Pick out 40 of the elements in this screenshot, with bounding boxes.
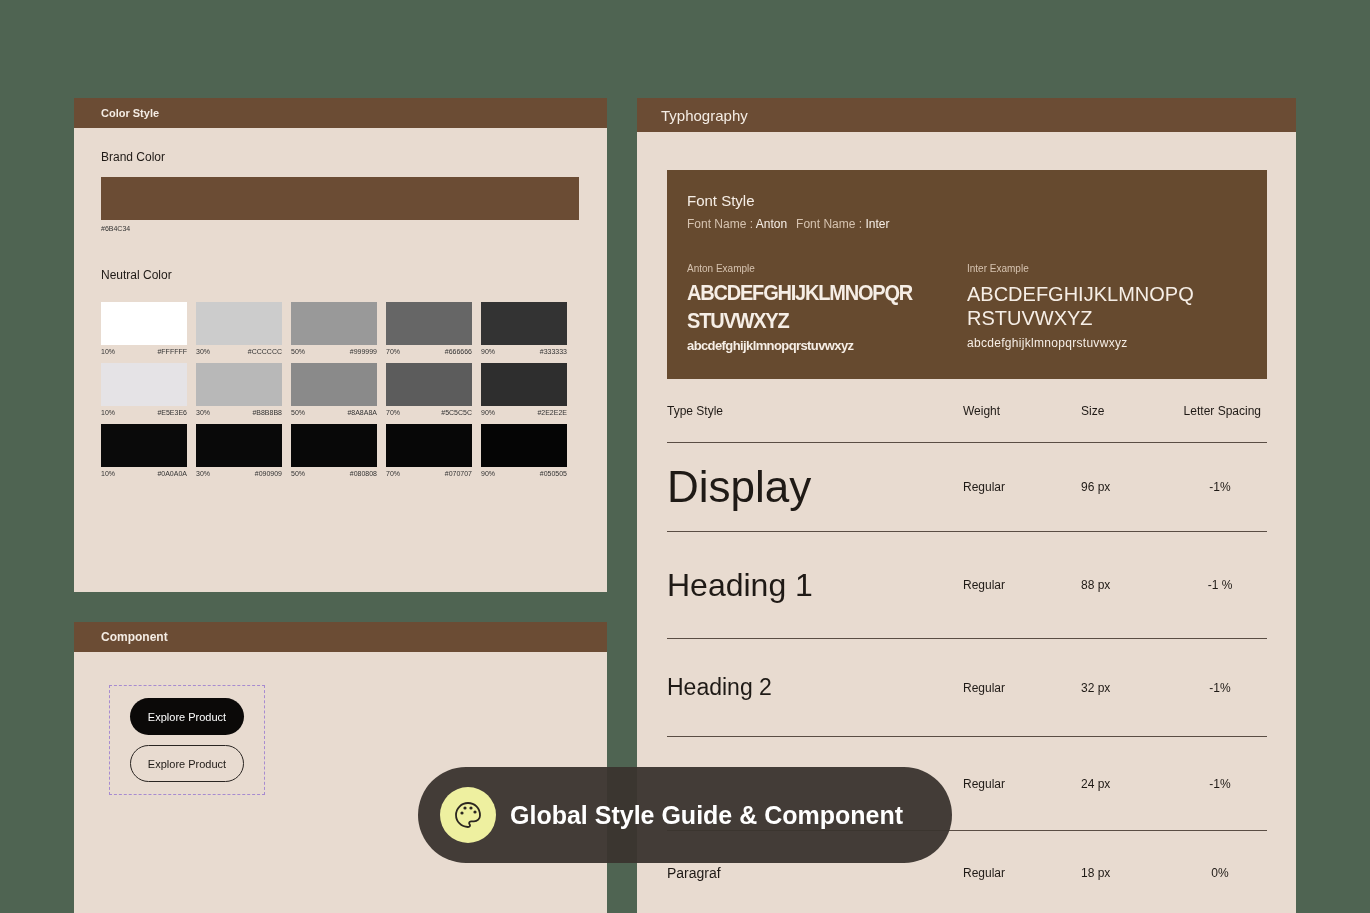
- example-label: Inter Example: [967, 263, 1030, 274]
- table-cell-text: Regular: [963, 680, 1007, 695]
- table-cell-text: 24 px: [1081, 776, 1112, 791]
- panel-heading: Font Style: [687, 192, 756, 209]
- table-cell-text: -1 %: [1206, 578, 1234, 592]
- table-cell-text: 0%: [1210, 866, 1230, 880]
- lowercase-sample: abcdefghijklmnopqrstuvwxyz: [687, 338, 855, 353]
- table-cell-text: -1%: [1208, 480, 1232, 494]
- section-heading: Brand Color: [101, 150, 167, 164]
- type-sample: Display: [667, 462, 813, 512]
- font-name: Font Name : Anton: [687, 217, 788, 231]
- column-header: Size: [1081, 403, 1106, 418]
- palette-icon: [440, 787, 496, 843]
- type-sample: Heading 1: [667, 566, 814, 604]
- card-title: Color Style: [74, 98, 607, 128]
- table-cell-text: -1%: [1208, 680, 1232, 695]
- column-header: Weight: [963, 403, 1002, 418]
- table-cell-text: Regular: [963, 480, 1007, 494]
- table-cell-text: 96 px: [1081, 480, 1112, 494]
- table-cell-text: -1%: [1208, 776, 1232, 791]
- type-sample: Heading 2: [667, 674, 773, 701]
- type-sample: Paragraf: [667, 865, 722, 881]
- banner-title: Global Style Guide & Component: [510, 800, 904, 830]
- table-cell-text: Regular: [963, 578, 1007, 592]
- font-name: Font Name : Inter: [796, 217, 890, 231]
- example-label: Anton Example: [687, 263, 756, 274]
- card-title: Component: [74, 622, 607, 652]
- table-cell-text: Regular: [963, 866, 1007, 880]
- column-header: Letter Spacing: [1182, 403, 1262, 418]
- section-heading: Neutral Color: [101, 268, 173, 282]
- table-cell-text: 88 px: [1081, 578, 1112, 592]
- card-title: Typhography: [637, 98, 1296, 132]
- table-cell-text: Regular: [963, 776, 1007, 791]
- explore-button[interactable]: Explore Product: [130, 698, 244, 735]
- column-header: Type Style: [667, 403, 725, 418]
- uppercase-sample: ABCDEFGHIJKLMNOPQRSTUVWXYZ: [687, 279, 914, 335]
- table-cell-text: 32 px: [1081, 680, 1112, 695]
- table-cell-text: 18 px: [1081, 866, 1112, 880]
- uppercase-sample: ABCDEFGHIJKLMNOPQRSTUVWXYZ: [967, 282, 1195, 330]
- lowercase-sample: abcdefghijklmnopqrstuvwxyz: [967, 336, 1129, 350]
